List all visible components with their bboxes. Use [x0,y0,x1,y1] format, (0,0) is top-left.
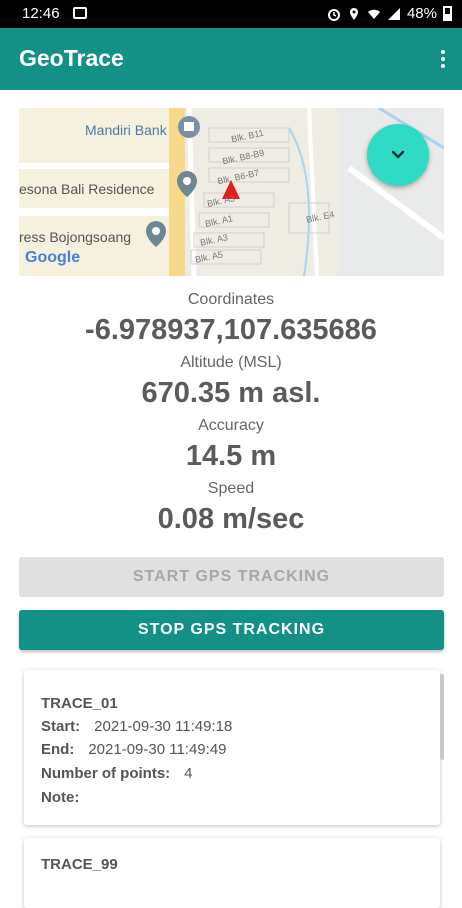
expand-map-button[interactable] [367,124,429,186]
trace-points-label: Number of points: [41,765,171,782]
map-label-bojongsoang: ress Bojongsoang [19,229,132,245]
trace-end-value: 2021-09-30 11:49:49 [88,741,227,758]
status-bar: 12:46 48% [0,0,462,28]
stop-gps-tracking-button[interactable]: STOP GPS TRACKING [19,610,444,650]
chevron-down-icon [391,150,405,159]
trace-name: TRACE_01 [41,695,118,712]
altitude-label: Altitude (MSL) [180,354,282,371]
trace-points-value: 4 [184,765,193,782]
coordinates-value: -6.978937,107.635686 [85,314,377,346]
speed-label: Speed [207,480,255,497]
accuracy-value: 14.5 m [185,440,277,472]
battery-icon [443,6,452,21]
coordinates-label: Coordinates [187,291,275,308]
list-scrollbar[interactable] [440,674,444,760]
app-bar: GeoTrace [0,28,462,90]
trace-start-label: Start: [41,718,81,735]
google-logo: Google [25,249,81,266]
trace-card[interactable]: TRACE_01 Start: 2021-09-30 11:49:18 End: 2… [24,670,440,825]
location-icon [349,7,358,20]
trace-card[interactable]: TRACE_99 [24,838,440,908]
trace-start-value: 2021-09-30 11:49:18 [94,718,233,735]
start-gps-tracking-button[interactable]: START GPS TRACKING [19,557,444,597]
battery-percent: 48% [406,5,437,22]
accuracy-label: Accuracy [198,417,264,434]
trace-end-label: End: [41,741,75,758]
app-title: GeoTrace [19,45,124,71]
map-label-bank: Mandiri Bank [85,122,167,138]
altitude-value: 670.35 m asl. [141,377,321,409]
status-time: 12:46 [22,5,60,22]
trace-start-row: Start: 2021-09-30 11:49:18 [41,718,232,735]
trace-name: TRACE_99 [41,856,118,873]
signal-icon [387,7,400,20]
speed-value: 0.08 m/sec [157,503,305,535]
more-options-icon[interactable] [440,50,446,70]
trace-note-row: Note: [41,789,79,806]
wifi-icon [367,9,380,19]
gallery-notification-icon [73,7,87,19]
map-label-residence: esona Bali Residence [19,181,155,197]
trace-note-label: Note: [41,789,80,806]
trace-points-row: Number of points: 4 [41,765,193,782]
alarm-icon [327,8,340,21]
status-icons: 48% [327,5,452,22]
trace-end-row: End: 2021-09-30 11:49:49 [41,741,227,758]
